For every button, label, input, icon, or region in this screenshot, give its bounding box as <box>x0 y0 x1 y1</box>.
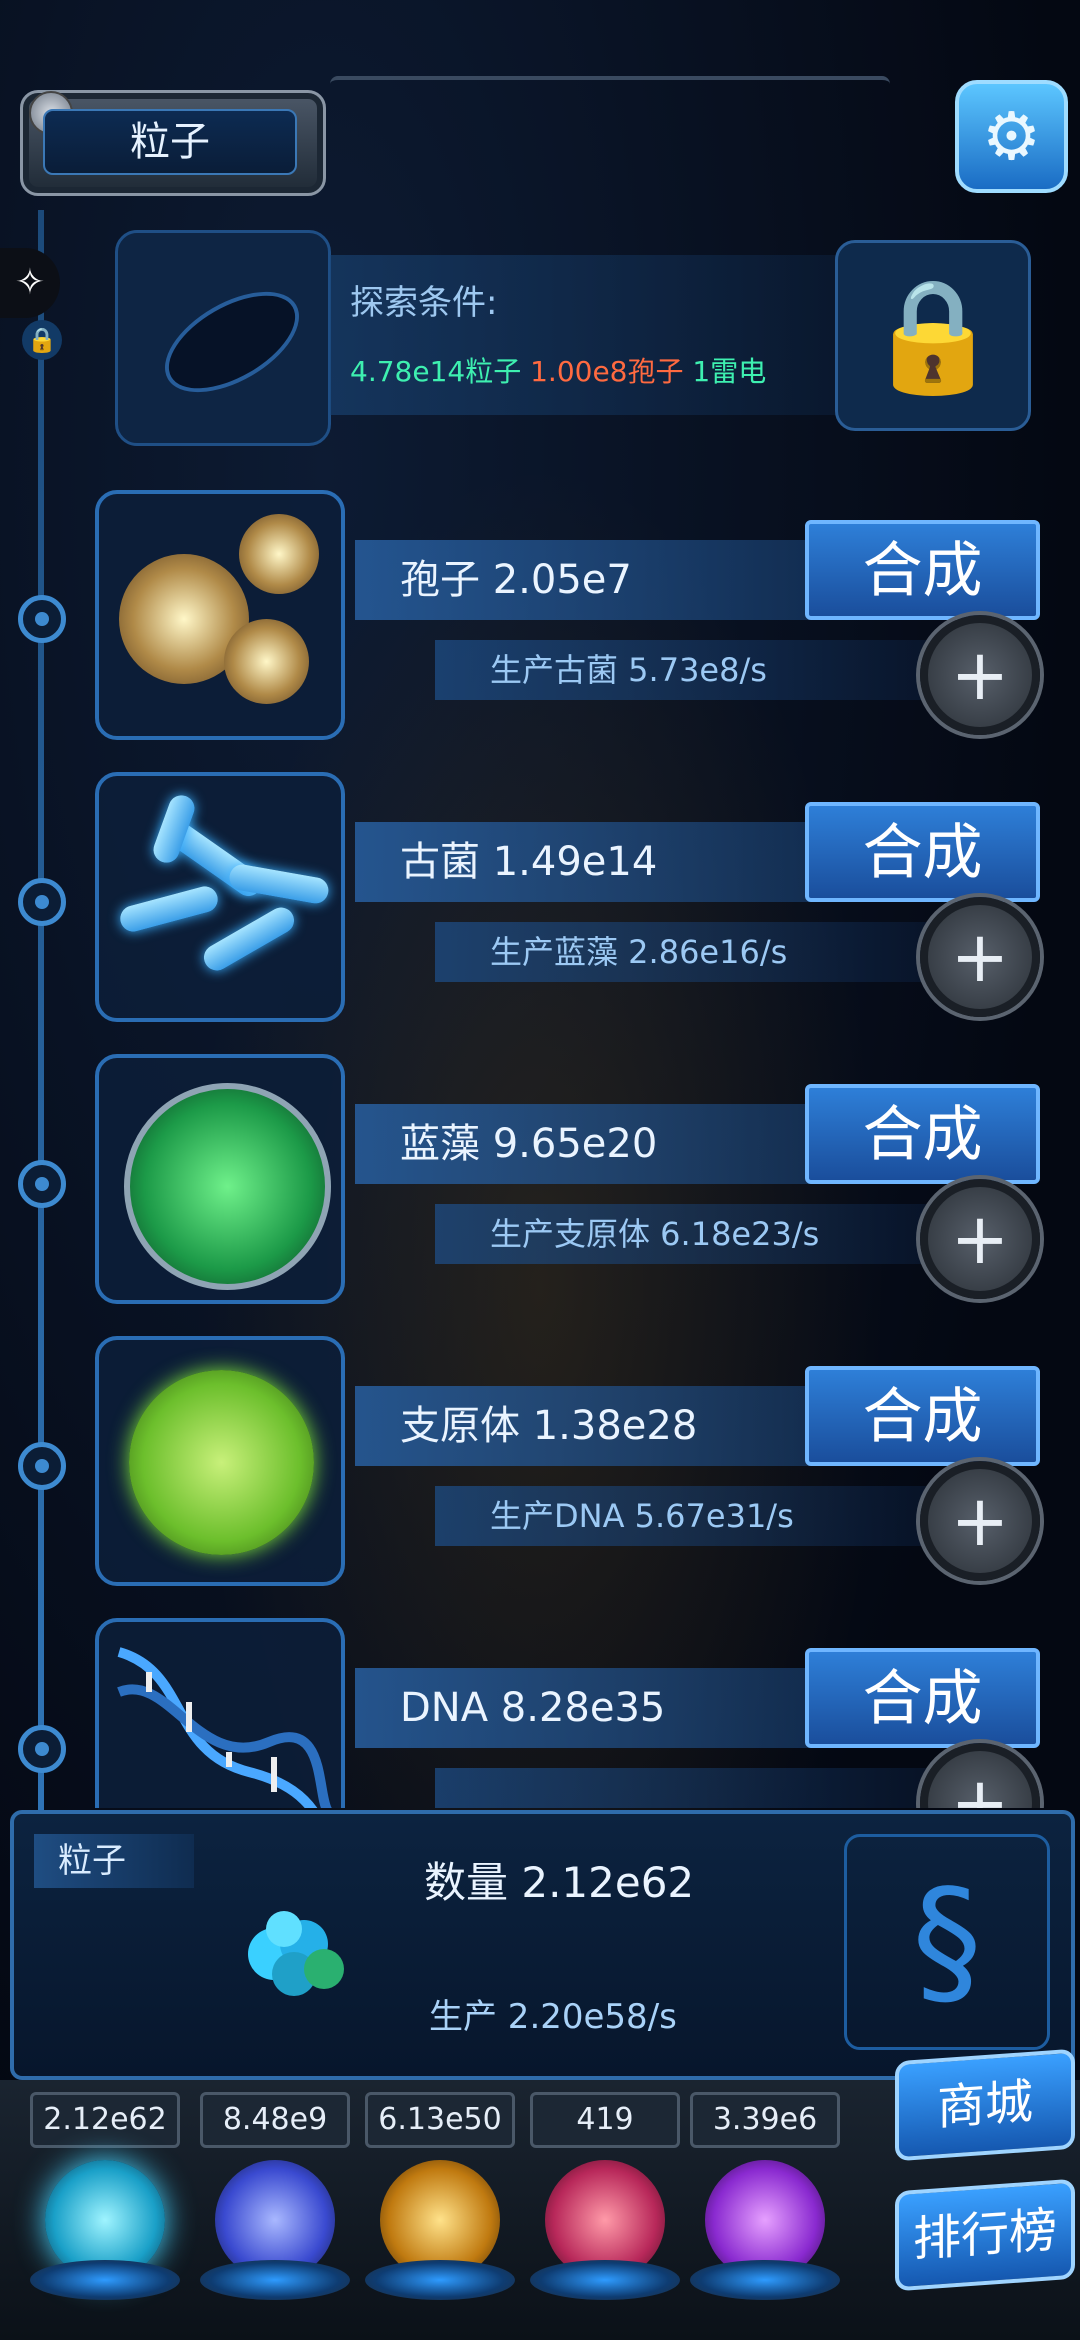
resource-brain-value: 419 <box>530 2092 680 2148</box>
mycoplasma-thumbnail <box>95 1336 345 1586</box>
dna-helix-icon <box>117 1647 338 1808</box>
cyanobacteria-thumbnail <box>95 1054 345 1304</box>
synthesize-button[interactable]: 合成 <box>805 1366 1040 1466</box>
particle-cluster-icon <box>248 1911 344 1996</box>
panel-tag: 粒子 <box>34 1834 194 1888</box>
item-spore: 孢子 2.05e7 生产古菌 5.73e8/s 合成 + <box>95 490 1060 750</box>
resource-star-value: 6.13e50 <box>365 2092 515 2148</box>
shop-button[interactable]: 商城 <box>895 2048 1075 2162</box>
upgrade-plus-button[interactable]: + <box>920 1743 1040 1808</box>
progress-rail <box>38 210 44 1810</box>
dna-thumbnail <box>95 1618 345 1808</box>
pedestal <box>200 2260 350 2300</box>
item-archaea: 古菌 1.49e14 生产蓝藻 2.86e16/s 合成 + <box>95 772 1060 1032</box>
rail-node <box>18 878 66 926</box>
top-frame <box>330 76 890 190</box>
lock-button[interactable]: 🔒 <box>835 240 1031 431</box>
particle-count: 数量 2.12e62 <box>424 1858 695 1907</box>
item-production: 生产古菌 5.73e8/s <box>435 640 935 700</box>
item-production: 生产DNA 5.67e31/s <box>435 1486 935 1546</box>
rail-node <box>18 1160 66 1208</box>
req-particles: 4.78e14粒子 <box>350 355 522 388</box>
plus-icon: + <box>950 1480 1010 1562</box>
upgrade-plus-button[interactable]: + <box>920 1461 1040 1581</box>
gear-icon: ⚙ <box>981 98 1042 175</box>
rail-node <box>18 1442 66 1490</box>
page-title: 粒子 <box>43 109 297 175</box>
item-mycoplasma: 支原体 1.38e28 生产DNA 5.67e31/s 合成 + <box>95 1336 1060 1596</box>
item-production: 生产支原体 6.18e23/s <box>435 1204 935 1264</box>
particle-summary-panel: 粒子 数量 2.12e62 生产 2.20e58/s § <box>10 1810 1075 2080</box>
req-spores: 1.00e8孢子 <box>530 355 684 388</box>
pedestal <box>30 2260 180 2300</box>
explore-label: 探索条件: <box>350 283 498 323</box>
cell-icon <box>124 1083 331 1290</box>
explore-requirement-list: 4.78e14粒子 1.00e8孢子 1雷电 <box>350 350 766 390</box>
spore-icon <box>239 514 319 594</box>
resource-lightning-value: 8.48e9 <box>200 2092 350 2148</box>
archaea-thumbnail <box>95 772 345 1022</box>
req-lightning: 1雷电 <box>692 355 767 388</box>
item-production: 生产蓝藻 2.86e16/s <box>435 922 935 982</box>
rail-node <box>18 1725 66 1773</box>
upgrade-plus-button[interactable]: + <box>920 615 1040 735</box>
dna-emblem-icon: § <box>844 1834 1050 2050</box>
leaderboard-button[interactable]: 排行榜 <box>895 2178 1075 2292</box>
plus-icon: + <box>950 1198 1010 1280</box>
rod-icon <box>199 902 299 976</box>
item-cyanobacteria: 蓝藻 9.65e20 生产支原体 6.18e23/s 合成 + <box>95 1054 1060 1314</box>
lock-icon: 🔒 <box>864 271 1002 399</box>
synthesize-button[interactable]: 合成 <box>805 1648 1040 1748</box>
settings-button[interactable]: ⚙ <box>955 80 1068 193</box>
plus-icon: + <box>950 1762 1010 1808</box>
pedestal <box>365 2260 515 2300</box>
synthesize-button[interactable]: 合成 <box>805 802 1040 902</box>
spore-icon <box>224 619 309 704</box>
item-production <box>435 1768 935 1808</box>
upgrade-plus-button[interactable]: + <box>920 897 1040 1017</box>
resource-particles-value: 2.12e62 <box>30 2092 180 2148</box>
upgrade-plus-button[interactable]: + <box>920 1179 1040 1299</box>
lock-node-icon: 🔒 <box>22 320 62 360</box>
spore-thumbnail <box>95 490 345 740</box>
pedestal <box>690 2260 840 2300</box>
pedestal <box>530 2260 680 2300</box>
plus-icon: + <box>950 916 1010 998</box>
rod-icon <box>227 862 331 906</box>
rod-icon <box>117 883 221 935</box>
rail-node <box>18 595 66 643</box>
plus-icon: + <box>950 634 1010 716</box>
resource-vortex-value: 3.39e6 <box>690 2092 840 2148</box>
synthesize-button[interactable]: 合成 <box>805 1084 1040 1184</box>
particle-production: 生产 2.20e58/s <box>429 1997 677 2037</box>
top-bar: 粒子 ⚙ <box>0 70 1080 210</box>
synthesize-button[interactable]: 合成 <box>805 520 1040 620</box>
explore-card: 探索条件: 4.78e14粒子 1.00e8孢子 1雷电 🔒 <box>115 230 1031 446</box>
item-dna: DNA 8.28e35 合成 + <box>95 1618 1060 1808</box>
title-plate: 粒子 <box>20 90 326 196</box>
bacterium-silhouette-icon <box>148 271 316 413</box>
locked-item-thumbnail <box>115 230 331 446</box>
cell-icon <box>129 1370 314 1555</box>
